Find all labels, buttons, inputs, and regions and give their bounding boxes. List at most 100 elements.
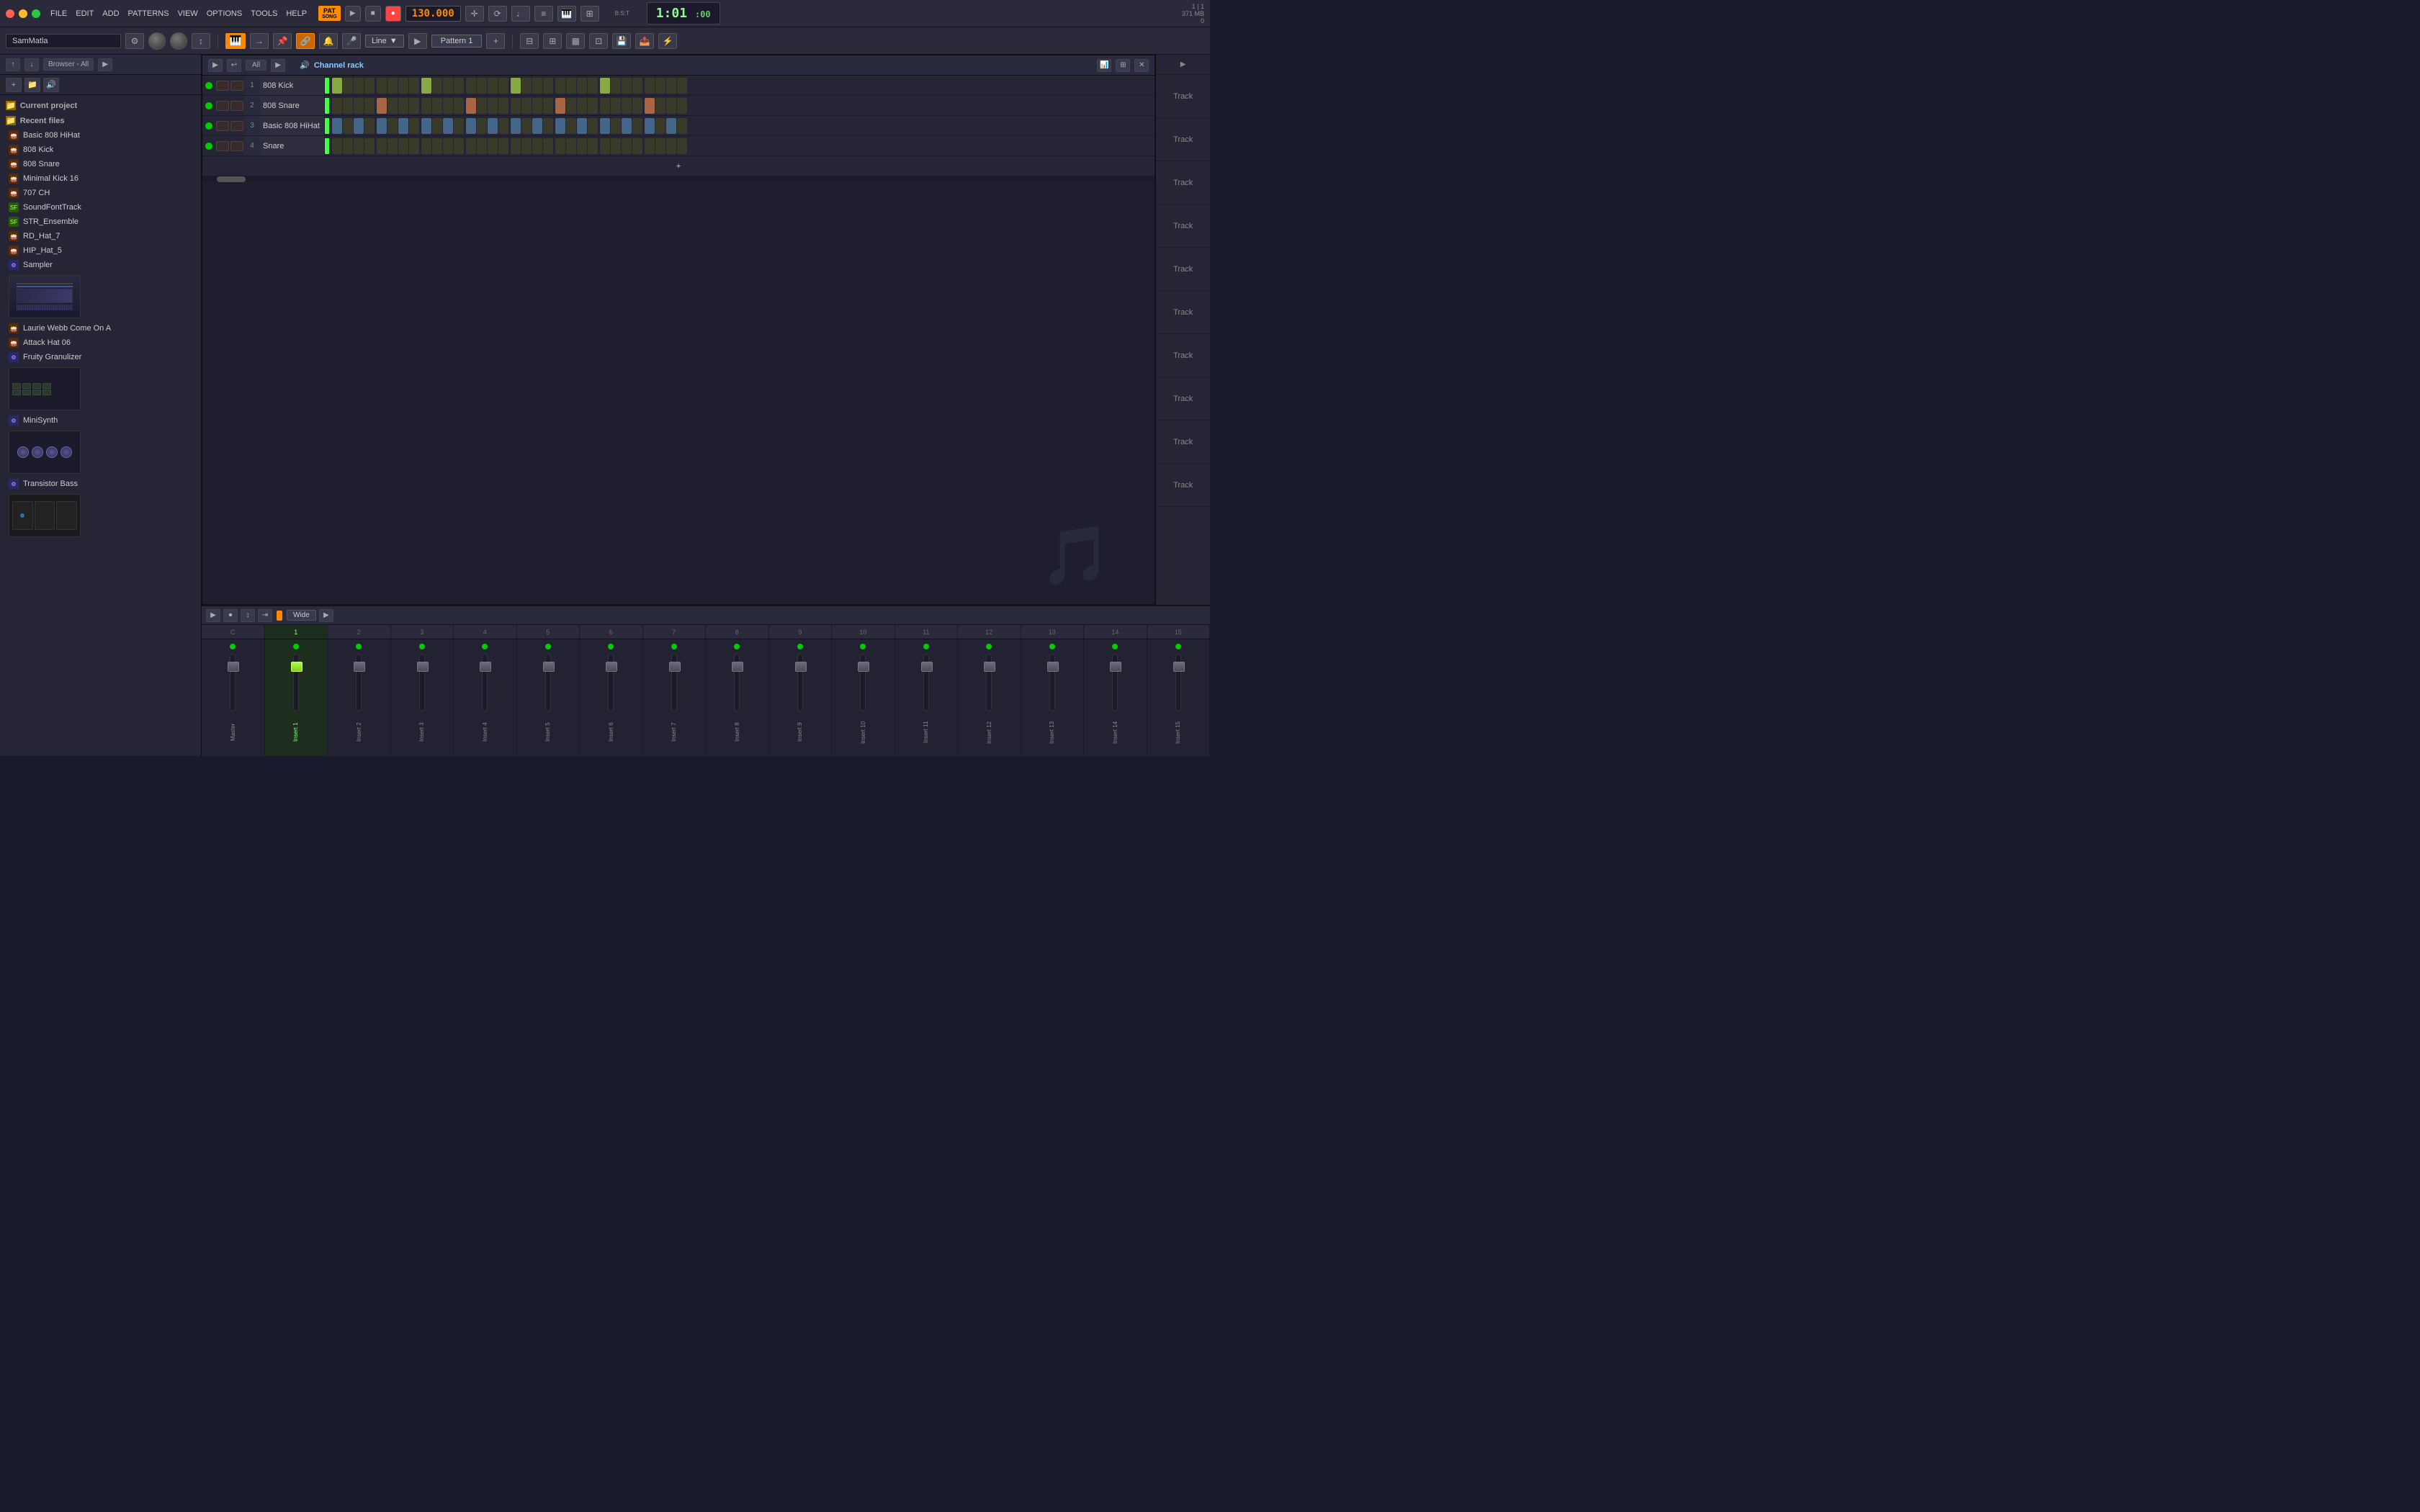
pattern-selector-main[interactable]: Pattern 1 xyxy=(431,35,483,48)
rack-arrow-icon[interactable]: ▶ xyxy=(271,59,285,72)
beat-btn-beat-snare2-18[interactable] xyxy=(532,138,542,154)
beat-btn-beat-snare2-11[interactable] xyxy=(454,138,464,154)
mixer-channel-11[interactable]: Insert 11 xyxy=(895,639,959,756)
beat-btn-beat-snare2-23[interactable] xyxy=(588,138,598,154)
mixer-rec-btn[interactable]: ⏺ xyxy=(223,609,238,622)
beat-btn-beat-snare-16[interactable] xyxy=(511,98,521,114)
ch-name-snare[interactable]: 808 Snare xyxy=(260,96,325,115)
beat-btn-beat-snare-19[interactable] xyxy=(543,98,553,114)
beat-btn-beat-snare2-25[interactable] xyxy=(611,138,621,154)
maximize-button[interactable] xyxy=(32,9,40,18)
tempo-display[interactable]: 130.000 xyxy=(405,6,461,22)
mixer-channel-14[interactable]: Insert 14 xyxy=(1084,639,1147,756)
beat-btn-beat-snare2-3[interactable] xyxy=(364,138,375,154)
beat-btn-beat-kick-1[interactable] xyxy=(343,78,353,94)
fader-handle-11[interactable] xyxy=(921,662,933,672)
beat-btn-beat-hihat-8[interactable] xyxy=(421,118,431,134)
mixer-end-btn[interactable]: ⇥ xyxy=(258,609,272,622)
beat-btn-beat-snare2-10[interactable] xyxy=(443,138,453,154)
layout-icon[interactable]: ▦ xyxy=(566,33,585,49)
beat-btn-beat-kick-3[interactable] xyxy=(364,78,375,94)
beat-btn-beat-hihat-26[interactable] xyxy=(622,118,632,134)
line-mode-selector[interactable]: Line ▼ xyxy=(365,35,404,48)
ch-led-hihat[interactable] xyxy=(205,122,212,130)
track-panel-item-1[interactable]: Track xyxy=(1156,75,1210,118)
pin-icon[interactable]: 📌 xyxy=(273,33,292,49)
beat-btn-beat-snare2-0[interactable] xyxy=(332,138,342,154)
piano-keys-icon[interactable]: 🎹 xyxy=(225,33,246,49)
channel-led-0[interactable] xyxy=(230,644,236,649)
mixer-channel-4[interactable]: Insert 4 xyxy=(454,639,517,756)
channel-filter-btn[interactable]: All xyxy=(246,60,266,71)
save-icon[interactable]: 💾 xyxy=(612,33,631,49)
beat-btn-beat-snare2-31[interactable] xyxy=(677,138,687,154)
fader-handle-4[interactable] xyxy=(480,662,491,672)
beat-btn-beat-snare2-14[interactable] xyxy=(488,138,498,154)
beat-btn-beat-hihat-9[interactable] xyxy=(432,118,442,134)
mixer-wide-btn[interactable]: Wide xyxy=(287,610,316,621)
rack-grid-icon[interactable]: ⊞ xyxy=(1116,59,1130,72)
ch-led-kick[interactable] xyxy=(205,82,212,89)
mixer-channel-13[interactable]: Insert 13 xyxy=(1021,639,1085,756)
fader-handle-3[interactable] xyxy=(417,662,429,672)
sidebar-item-laurie[interactable]: 🥁 Laurie Webb Come On A xyxy=(0,321,201,336)
menu-add[interactable]: ADD xyxy=(102,9,119,18)
rack-close-icon[interactable]: ✕ xyxy=(1134,59,1149,72)
beat-btn-beat-hihat-3[interactable] xyxy=(364,118,375,134)
sidebar-item-sampler[interactable]: ⚙ Sampler xyxy=(0,258,201,272)
beat-btn-beat-hihat-14[interactable] xyxy=(488,118,498,134)
sidebar-item-707ch[interactable]: 🥁 707 CH xyxy=(0,186,201,200)
mixer-channel-6[interactable]: Insert 6 xyxy=(580,639,643,756)
channel-rack-scrollbar[interactable] xyxy=(202,176,1155,182)
mixer-channel-7[interactable]: Insert 7 xyxy=(643,639,707,756)
channel-led-12[interactable] xyxy=(986,644,992,649)
browser-label[interactable]: Browser - All xyxy=(43,58,94,71)
add-channel-btn[interactable]: + xyxy=(202,156,1155,176)
track-panel-item-7[interactable]: Track xyxy=(1156,334,1210,377)
track-panel-item-6[interactable]: Track xyxy=(1156,291,1210,334)
sidebar-down-btn[interactable]: ↓ xyxy=(24,58,39,71)
beat-btn-beat-snare2-24[interactable] xyxy=(600,138,610,154)
beat-btn-beat-kick-11[interactable] xyxy=(454,78,464,94)
beat-btn-beat-snare-6[interactable] xyxy=(398,98,408,114)
menu-patterns[interactable]: PATTERNS xyxy=(128,9,169,18)
beat-btn-beat-snare-13[interactable] xyxy=(477,98,487,114)
beat-btn-beat-snare2-16[interactable] xyxy=(511,138,521,154)
beat-btn-beat-hihat-23[interactable] xyxy=(588,118,598,134)
project-name-input[interactable] xyxy=(6,34,121,48)
beat-btn-beat-snare-10[interactable] xyxy=(443,98,453,114)
beat-btn-beat-kick-30[interactable] xyxy=(666,78,676,94)
beat-btn-beat-kick-15[interactable] xyxy=(498,78,508,94)
beat-btn-beat-snare2-15[interactable] xyxy=(498,138,508,154)
channel-led-15[interactable] xyxy=(1175,644,1181,649)
beat-btn-beat-kick-27[interactable] xyxy=(632,78,642,94)
sidebar-item-808snare[interactable]: 🥁 808 Snare xyxy=(0,157,201,171)
beat-btn-beat-snare2-13[interactable] xyxy=(477,138,487,154)
channel-led-3[interactable] xyxy=(419,644,425,649)
bell-icon[interactable]: 🔔 xyxy=(319,33,338,49)
mixer-channel-10[interactable]: Insert 10 xyxy=(832,639,895,756)
ch-mute-snare2[interactable] xyxy=(216,141,229,151)
recent-files-section[interactable]: 📁 Recent files xyxy=(0,113,201,128)
beat-btn-beat-hihat-4[interactable] xyxy=(377,118,387,134)
beat-btn-beat-hihat-0[interactable] xyxy=(332,118,342,134)
ch-solo-snare2[interactable] xyxy=(230,141,243,151)
fader-handle-5[interactable] xyxy=(543,662,555,672)
play-button[interactable]: ▶ xyxy=(345,6,361,22)
crosshair-icon[interactable]: ✛ xyxy=(465,6,484,22)
beat-btn-beat-snare2-29[interactable] xyxy=(655,138,666,154)
channel-led-13[interactable] xyxy=(1049,644,1055,649)
beat-btn-beat-snare2-2[interactable] xyxy=(354,138,364,154)
sidebar-item-attackhat[interactable]: 🥁 Attack Hat 06 xyxy=(0,336,201,350)
mixer-arrow-btn[interactable]: ↕ xyxy=(241,609,255,622)
beat-btn-beat-kick-5[interactable] xyxy=(387,78,398,94)
mixer-channel-5[interactable]: Insert 5 xyxy=(517,639,581,756)
beat-btn-beat-kick-2[interactable] xyxy=(354,78,364,94)
channel-led-9[interactable] xyxy=(797,644,803,649)
beat-btn-beat-hihat-5[interactable] xyxy=(387,118,398,134)
mixer-play-btn[interactable]: ▶ xyxy=(206,609,220,622)
beat-btn-beat-snare2-26[interactable] xyxy=(622,138,632,154)
beat-btn-beat-kick-20[interactable] xyxy=(555,78,565,94)
ch-solo-snare[interactable] xyxy=(230,101,243,111)
sidebar-item-hiphat[interactable]: 🥁 HIP_Hat_5 xyxy=(0,243,201,258)
